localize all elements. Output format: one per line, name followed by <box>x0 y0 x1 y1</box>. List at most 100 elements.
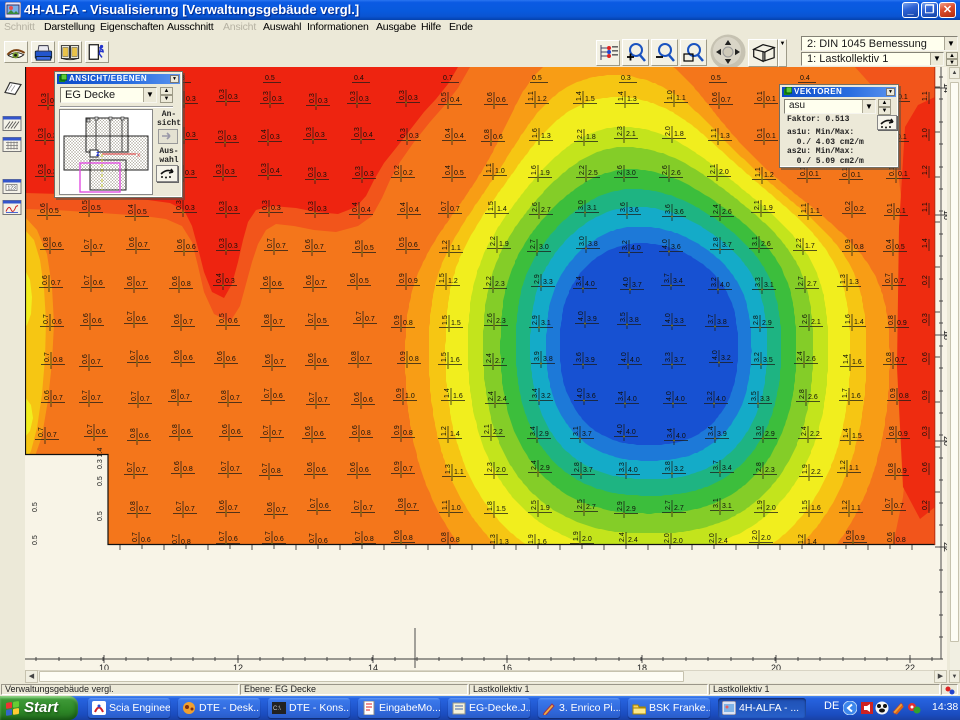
svg-text:0.6: 0.6 <box>274 536 284 543</box>
svg-text:0.9: 0.9 <box>394 315 401 325</box>
svg-text:0.6: 0.6 <box>265 354 272 364</box>
svg-text:0.5: 0.5 <box>454 170 464 177</box>
svg-text:0.7: 0.7 <box>185 506 195 513</box>
svg-text:0.8: 0.8 <box>888 315 895 325</box>
svg-text:1.1: 1.1 <box>486 163 493 173</box>
svg-text:0.9: 0.9 <box>394 461 401 471</box>
svg-text:2.4: 2.4 <box>497 396 507 403</box>
svg-text:0.8: 0.8 <box>43 237 50 247</box>
svg-text:0.6: 0.6 <box>127 276 134 286</box>
svg-text:3.8: 3.8 <box>665 461 672 471</box>
svg-text:3.9: 3.9 <box>585 357 595 364</box>
svg-text:2.2: 2.2 <box>811 469 821 476</box>
svg-text:0.6: 0.6 <box>922 352 929 362</box>
svg-text:0.7: 0.7 <box>272 430 282 437</box>
svg-text:3.6: 3.6 <box>665 204 672 214</box>
svg-text:1.3: 1.3 <box>541 133 551 140</box>
svg-text:0.6: 0.6 <box>226 356 236 363</box>
svg-text:1.8: 1.8 <box>586 134 596 141</box>
svg-text:0.3: 0.3 <box>364 171 374 178</box>
svg-text:1.2: 1.2 <box>840 460 847 470</box>
svg-text:0.7: 0.7 <box>127 311 134 321</box>
svg-text:1.3: 1.3 <box>445 464 452 474</box>
svg-text:0.7: 0.7 <box>136 281 146 288</box>
svg-text:20: 20 <box>942 436 947 446</box>
svg-text:2.4: 2.4 <box>619 532 626 542</box>
svg-text:3.8: 3.8 <box>629 317 639 324</box>
svg-text:1.2: 1.2 <box>842 500 849 510</box>
svg-text:3.1: 3.1 <box>752 236 759 246</box>
svg-text:1.8: 1.8 <box>487 501 494 511</box>
svg-text:0.3: 0.3 <box>317 206 327 213</box>
svg-text:0.7: 0.7 <box>309 533 316 543</box>
svg-text:0.8: 0.8 <box>130 501 137 511</box>
svg-text:0.7: 0.7 <box>228 505 238 512</box>
svg-text:2.0: 2.0 <box>719 169 729 176</box>
svg-text:2.2: 2.2 <box>579 165 586 175</box>
svg-text:0.5: 0.5 <box>32 535 39 545</box>
svg-text:1.4: 1.4 <box>922 238 929 248</box>
svg-text:0.3: 0.3 <box>262 200 269 210</box>
svg-text:3.6: 3.6 <box>576 352 583 362</box>
svg-text:0.5: 0.5 <box>355 240 362 250</box>
svg-text:3.2: 3.2 <box>711 277 718 287</box>
svg-text:0.7: 0.7 <box>363 505 373 512</box>
svg-text:0.8: 0.8 <box>53 357 63 364</box>
svg-text:1.1: 1.1 <box>801 203 808 213</box>
svg-text:0.3: 0.3 <box>400 128 407 138</box>
svg-text:0.3: 0.3 <box>408 95 418 102</box>
svg-text:0.5: 0.5 <box>364 245 374 252</box>
svg-text:0.7: 0.7 <box>895 357 905 364</box>
svg-text:4.0: 4.0 <box>626 429 636 436</box>
svg-text:1.7: 1.7 <box>805 243 815 250</box>
svg-text:1.1: 1.1 <box>849 465 859 472</box>
svg-text:0.3: 0.3 <box>315 132 325 139</box>
svg-text:2.8: 2.8 <box>799 389 806 399</box>
svg-text:1.1: 1.1 <box>454 469 464 476</box>
svg-text:0.3: 0.3 <box>186 132 196 139</box>
svg-text:4.0: 4.0 <box>662 239 669 249</box>
svg-text:0.9: 0.9 <box>400 351 407 361</box>
svg-text:0.3: 0.3 <box>261 163 268 173</box>
svg-text:0.2: 0.2 <box>394 165 401 175</box>
svg-text:1.2: 1.2 <box>441 426 448 436</box>
svg-text:0.6: 0.6 <box>363 397 373 404</box>
svg-text:3.7: 3.7 <box>583 467 593 474</box>
svg-text:2.9: 2.9 <box>626 506 636 513</box>
svg-text:2.6: 2.6 <box>671 170 681 177</box>
svg-text:0.8: 0.8 <box>221 390 228 400</box>
svg-text:1.9: 1.9 <box>499 241 509 248</box>
svg-text:1.1: 1.1 <box>528 91 535 101</box>
svg-text:0.4: 0.4 <box>409 207 419 214</box>
svg-text:0.2: 0.2 <box>403 170 413 177</box>
svg-text:0.6: 0.6 <box>887 532 894 542</box>
svg-text:0.8: 0.8 <box>183 466 193 473</box>
svg-text:1.6: 1.6 <box>453 393 463 400</box>
svg-text:3.6: 3.6 <box>671 244 681 251</box>
svg-text:4.0: 4.0 <box>631 245 641 252</box>
svg-text:1.5: 1.5 <box>451 320 461 327</box>
svg-text:0.6: 0.6 <box>307 462 314 472</box>
svg-text:0.7: 0.7 <box>44 352 51 362</box>
svg-text:2.5: 2.5 <box>577 499 584 509</box>
svg-text:4.0: 4.0 <box>627 396 637 403</box>
svg-text:0.7: 0.7 <box>230 395 240 402</box>
svg-text:3.3: 3.3 <box>543 279 553 286</box>
svg-text:1.4: 1.4 <box>576 91 583 101</box>
svg-text:0.7: 0.7 <box>443 75 453 82</box>
svg-text:1.4: 1.4 <box>497 206 507 213</box>
svg-text:3.1: 3.1 <box>764 282 774 289</box>
svg-text:0.9: 0.9 <box>399 273 406 283</box>
svg-text:0.8: 0.8 <box>888 463 895 473</box>
svg-text:0.1: 0.1 <box>887 203 894 213</box>
svg-text:0.7: 0.7 <box>318 397 328 404</box>
svg-text:0.7: 0.7 <box>360 356 370 363</box>
svg-text:4.0: 4.0 <box>720 282 730 289</box>
svg-text:1.0: 1.0 <box>922 128 929 138</box>
svg-text:0.4: 0.4 <box>128 204 135 214</box>
svg-text:1.9: 1.9 <box>802 464 809 474</box>
svg-text:0.6: 0.6 <box>308 353 315 363</box>
svg-text:1.9: 1.9 <box>757 500 764 510</box>
svg-text:0.3: 0.3 <box>216 164 223 174</box>
svg-text:0.6: 0.6 <box>52 242 62 249</box>
